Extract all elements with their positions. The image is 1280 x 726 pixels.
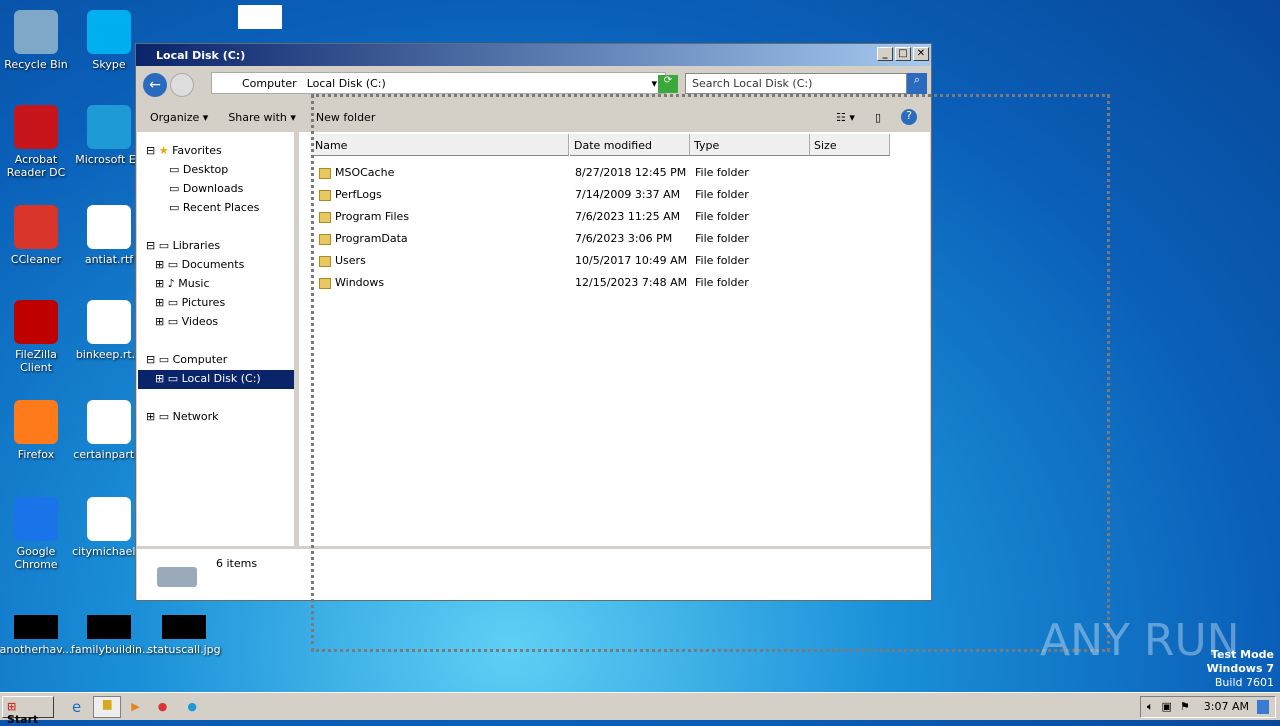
desktop-icon-image [87, 205, 131, 249]
build-label: Build 7601 [1214, 676, 1274, 689]
organize-button[interactable]: Organize ▾ [150, 111, 208, 124]
breadcrumb-computer[interactable]: Computer [242, 77, 297, 90]
nav-recent-places[interactable]: ▭ Recent Places [169, 201, 259, 214]
desktop-icon[interactable] [222, 5, 298, 33]
forward-button[interactable] [170, 73, 194, 97]
window-title: Local Disk (C:) [156, 48, 246, 62]
explorer-taskbar-button[interactable]: ▆ [93, 695, 122, 718]
ie-icon[interactable]: e [72, 698, 81, 716]
desktop-icon-image [238, 5, 282, 29]
taskbar: ⊞ Start e ▆ ▶ ● ● 🔈︎ ▣ ⚑ 3:07 AM [0, 692, 1280, 726]
desktop-icon-image [87, 300, 131, 344]
test-mode-label: Test Mode [1211, 648, 1274, 661]
share-with-button[interactable]: Share with ▾ [228, 111, 296, 124]
desktop-icon-image [14, 400, 58, 444]
desktop-icon-label: Firefox [17, 448, 55, 461]
address-bar[interactable]: Computer Local Disk (C:) ▾ [211, 72, 666, 94]
breadcrumb-local-disk[interactable]: Local Disk (C:) [307, 77, 386, 90]
minimize-button[interactable]: _ [877, 47, 893, 61]
desktop-icon[interactable]: Acrobat Reader DC [0, 105, 74, 179]
desktop-icon-image [14, 10, 58, 54]
chrome-icon[interactable]: ● [158, 700, 168, 713]
selection-rectangle [311, 94, 1110, 652]
desktop-icon-label: Acrobat Reader DC [6, 153, 66, 179]
network-icon[interactable]: ▣ [1162, 700, 1172, 713]
desktop-icon[interactable]: CCleaner [0, 205, 74, 266]
desktop-icon-image [87, 400, 131, 444]
search-input[interactable]: Search Local Disk (C:) [685, 73, 907, 94]
item-count: 6 items [216, 557, 258, 570]
system-tray: 🔈︎ ▣ ⚑ 3:07 AM [1139, 695, 1276, 718]
volume-icon[interactable]: 🔈︎ [1147, 700, 1154, 714]
desktop-icon[interactable]: Recycle Bin [0, 10, 74, 71]
nav-documents[interactable]: ⊞ ▭ Documents [155, 258, 244, 271]
nav-pictures[interactable]: ⊞ ▭ Pictures [155, 296, 225, 309]
media-player-icon[interactable]: ▶ [131, 700, 139, 713]
maximize-button[interactable]: □ [895, 47, 911, 61]
desktop-icon-image [14, 105, 58, 149]
desktop-icon[interactable]: statuscall.jpg [146, 615, 222, 656]
desktop-icon[interactable]: anotherhav... [0, 615, 74, 656]
desktop-icon-image [87, 615, 131, 639]
navigation-pane: ⊟ ★ Favorites ▭ Desktop ▭ Downloads ▭ Re… [137, 132, 297, 546]
desktop-icon-image [87, 497, 131, 541]
flag-icon[interactable]: ⚑ [1180, 700, 1190, 713]
nav-favorites[interactable]: ⊟ ★ Favorites [146, 144, 222, 157]
desktop-icon[interactable]: FileZilla Client [0, 300, 74, 374]
desktop-icon[interactable]: Google Chrome [0, 497, 74, 571]
desktop-icon-image [87, 10, 131, 54]
desktop-icon-image [14, 205, 58, 249]
show-desktop-button[interactable] [1257, 699, 1269, 714]
desktop-icon-image [14, 497, 58, 541]
desktop-icon-label: FileZilla Client [15, 348, 57, 374]
refresh-button[interactable]: ⟳ [658, 75, 678, 93]
desktop-icon-image [14, 300, 58, 344]
back-button[interactable]: ← [143, 73, 167, 97]
close-button[interactable]: ✕ [913, 47, 929, 61]
dropdown-icon[interactable]: ▾ [651, 77, 657, 90]
desktop-icon-label: Recycle Bin [4, 58, 68, 71]
nav-music[interactable]: ⊞ ♪ Music [155, 277, 210, 290]
desktop-icon-label: CCleaner [10, 253, 62, 266]
nav-local-disk[interactable]: ⊞ ▭ Local Disk (C:) [138, 370, 294, 389]
edge-icon[interactable]: ● [187, 700, 197, 713]
desktop-icon-label: familybuildin... [71, 643, 153, 656]
nav-libraries[interactable]: ⊟ ▭ Libraries [146, 239, 220, 252]
nav-computer[interactable]: ⊟ ▭ Computer [146, 353, 227, 366]
desktop-icon-image [162, 615, 206, 639]
desktop-icon-label: Google Chrome [14, 545, 58, 571]
desktop-icon-image [87, 105, 131, 149]
desktop-icon[interactable]: familybuildin... [71, 615, 153, 656]
nav-downloads[interactable]: ▭ Downloads [169, 182, 243, 195]
nav-network[interactable]: ⊞ ▭ Network [146, 410, 219, 423]
desktop-icon-image [14, 615, 58, 639]
nav-desktop[interactable]: ▭ Desktop [169, 163, 228, 176]
desktop-icon[interactable]: Firefox [0, 400, 74, 461]
desktop-icon-label: statuscall.jpg [147, 643, 221, 656]
title-bar[interactable]: Local Disk (C:) _ □ ✕ [136, 44, 931, 66]
desktop-icon-label: anotherhav... [0, 643, 73, 656]
nav-videos[interactable]: ⊞ ▭ Videos [155, 315, 218, 328]
search-icon[interactable]: ⌕ [907, 73, 927, 94]
clock[interactable]: 3:07 AM [1204, 700, 1249, 713]
drive-icon [157, 567, 197, 587]
start-button[interactable]: ⊞ Start [2, 695, 54, 726]
os-label: Windows 7 [1206, 662, 1274, 675]
